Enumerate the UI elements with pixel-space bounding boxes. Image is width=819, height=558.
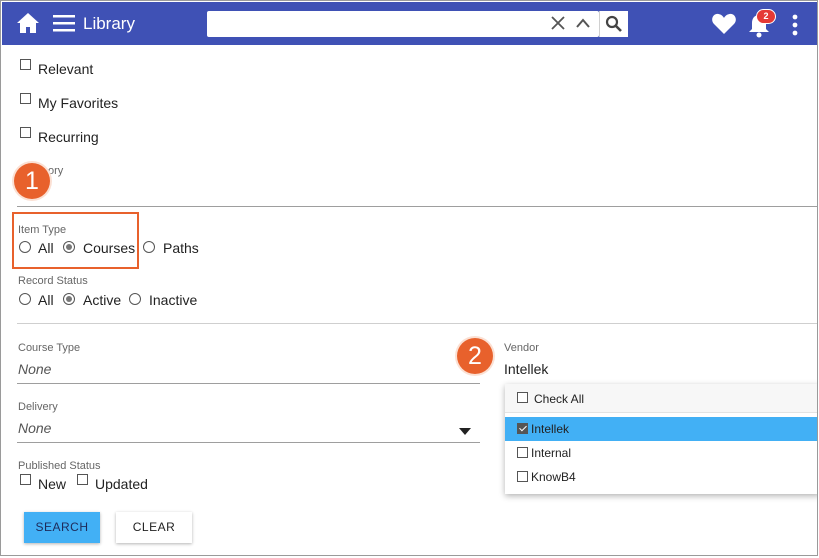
item-type-paths-label: Paths bbox=[163, 240, 199, 256]
relevant-label: Relevant bbox=[38, 61, 94, 77]
published-new-label: New bbox=[38, 476, 67, 492]
category-label: ory bbox=[48, 165, 64, 177]
vendor-value[interactable]: Intellek bbox=[504, 361, 548, 377]
published-new-checkbox[interactable] bbox=[20, 474, 31, 485]
delivery-value[interactable]: None bbox=[18, 420, 51, 436]
record-status-all-label: All bbox=[38, 292, 54, 308]
app-window: Library 2 Relevant My Favorites Recurrin… bbox=[0, 0, 818, 556]
vendor-option-label: Intellek bbox=[531, 422, 570, 436]
vendor-option-checkbox[interactable] bbox=[517, 423, 528, 434]
section-divider bbox=[17, 323, 817, 324]
delivery-underline bbox=[17, 442, 480, 443]
item-type-courses-radio[interactable] bbox=[63, 241, 75, 253]
delivery-label: Delivery bbox=[18, 401, 58, 413]
callout-badge-1: 1 bbox=[14, 163, 50, 199]
search-icon bbox=[605, 15, 622, 32]
item-type-all-radio[interactable] bbox=[19, 241, 31, 253]
record-status-active-label: Active bbox=[83, 292, 122, 308]
favorites-heart-icon[interactable] bbox=[711, 12, 737, 36]
chevron-up-icon[interactable] bbox=[574, 15, 592, 31]
item-type-label: Item Type bbox=[18, 224, 67, 236]
callout-badge-2: 2 bbox=[457, 338, 493, 374]
my-favorites-label: My Favorites bbox=[38, 95, 119, 111]
vendor-label: Vendor bbox=[504, 342, 539, 354]
record-status-active-radio[interactable] bbox=[63, 293, 75, 305]
dropdown-arrow-icon[interactable] bbox=[459, 428, 471, 435]
published-updated-checkbox[interactable] bbox=[77, 474, 88, 485]
my-favorites-checkbox[interactable] bbox=[20, 93, 31, 104]
clear-button[interactable]: CLEAR bbox=[116, 512, 192, 543]
course-type-label: Course Type bbox=[18, 342, 81, 354]
notification-badge: 2 bbox=[756, 9, 776, 24]
vendor-option-checkbox[interactable] bbox=[517, 471, 528, 482]
vendor-option-knowb4[interactable]: KnowB4 bbox=[505, 465, 817, 489]
item-type-courses-label: Courses bbox=[83, 240, 136, 256]
check-all-row[interactable]: Check All bbox=[505, 384, 817, 413]
top-app-bar: Library 2 bbox=[2, 2, 817, 45]
clear-icon[interactable] bbox=[550, 15, 566, 31]
record-status-inactive-label: Inactive bbox=[149, 292, 198, 308]
recurring-label: Recurring bbox=[38, 129, 99, 145]
published-status-label: Published Status bbox=[18, 460, 101, 472]
page-title: Library bbox=[83, 14, 135, 33]
check-all-label: Check All bbox=[534, 392, 585, 406]
record-status-label: Record Status bbox=[18, 275, 88, 287]
vendor-option-label: KnowB4 bbox=[531, 470, 576, 484]
category-underline[interactable] bbox=[17, 206, 817, 207]
vendor-dropdown-menu: Check All Intellek Internal KnowB4 bbox=[505, 384, 817, 494]
course-type-underline bbox=[17, 383, 480, 384]
record-status-inactive-radio[interactable] bbox=[129, 293, 141, 305]
search-button[interactable] bbox=[599, 11, 628, 37]
item-type-paths-radio[interactable] bbox=[143, 241, 155, 253]
home-icon[interactable] bbox=[16, 12, 40, 34]
search-submit-button[interactable]: SEARCH bbox=[24, 512, 100, 543]
vendor-option-intellek[interactable]: Intellek bbox=[505, 417, 817, 441]
check-all-checkbox[interactable] bbox=[517, 392, 528, 403]
recurring-checkbox[interactable] bbox=[20, 127, 31, 138]
menu-icon[interactable] bbox=[53, 14, 75, 32]
vendor-option-internal[interactable]: Internal bbox=[505, 441, 817, 465]
vendor-option-checkbox[interactable] bbox=[517, 447, 528, 458]
more-vert-icon[interactable] bbox=[790, 14, 800, 36]
search-box bbox=[207, 11, 599, 37]
item-type-all-label: All bbox=[38, 240, 54, 256]
published-updated-label: Updated bbox=[95, 476, 148, 492]
search-input[interactable] bbox=[207, 11, 542, 37]
vendor-option-label: Internal bbox=[531, 446, 572, 460]
relevant-checkbox[interactable] bbox=[20, 59, 31, 70]
course-type-value[interactable]: None bbox=[18, 361, 51, 377]
record-status-all-radio[interactable] bbox=[19, 293, 31, 305]
